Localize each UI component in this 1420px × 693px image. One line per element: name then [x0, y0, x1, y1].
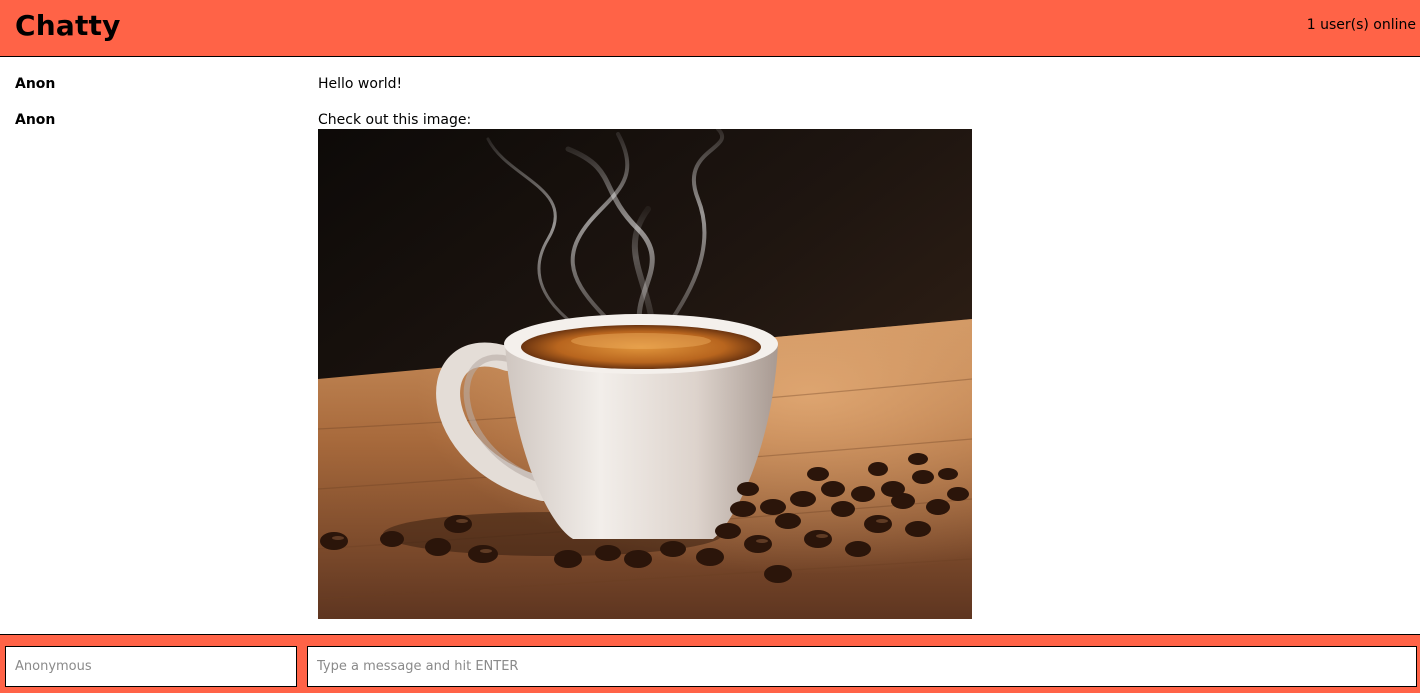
online-users-count: 1 user(s) online	[1306, 17, 1416, 33]
username-input[interactable]	[5, 646, 297, 687]
message-input[interactable]	[307, 646, 1417, 687]
message-username: Anon	[15, 76, 56, 92]
coffee-cup-image	[318, 129, 972, 619]
message-username: Anon	[15, 112, 56, 128]
message-list: Anon Hello world! Anon Check out this im…	[0, 58, 1420, 634]
message-content: Hello world!	[318, 76, 403, 92]
chat-bar	[0, 634, 1420, 693]
message-content: Check out this image:	[318, 112, 472, 128]
app-brand-link[interactable]: Chatty	[15, 9, 121, 42]
navbar: Chatty 1 user(s) online	[0, 0, 1420, 57]
message-content-block: Check out this image:	[318, 112, 972, 619]
